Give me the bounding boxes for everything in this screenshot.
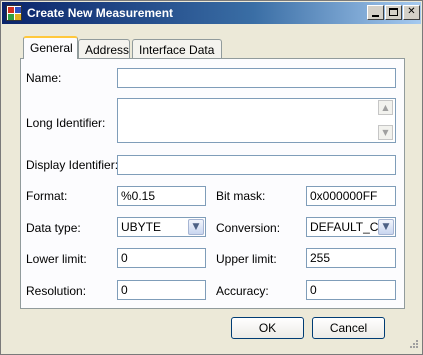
dialog-window: Create New Measurement ✕ General Address… [0,0,423,355]
format-label: Format: [26,189,68,203]
lower-limit-input[interactable]: 0 [117,248,206,268]
accuracy-input[interactable]: 0 [306,280,396,300]
minimize-icon [372,15,379,17]
accuracy-label: Accuracy: [216,284,269,298]
data-type-dropdown-icon[interactable]: ▼ [188,219,204,235]
tab-interface-data-label: Interface Data [139,43,215,57]
bit-mask-input[interactable]: 0x000000FF [306,186,396,206]
name-label: Name: [26,71,62,85]
conversion-dropdown-icon[interactable]: ▼ [378,219,394,235]
general-tab-panel [20,58,405,309]
minimize-button[interactable] [367,5,384,20]
display-identifier-input[interactable] [117,155,396,175]
lower-limit-label: Lower limit: [26,252,87,266]
tab-general[interactable]: General [23,36,78,59]
window-title: Create New Measurement [27,6,174,20]
resize-grip-icon[interactable] [407,339,419,351]
tab-interface-data[interactable]: Interface Data [132,39,222,59]
scroll-up-icon[interactable]: ▲ [378,100,393,115]
tab-address-label: Address [85,43,130,57]
ok-button[interactable]: OK [231,317,304,339]
name-input[interactable] [117,68,396,88]
app-icon [6,5,22,21]
cancel-button[interactable]: Cancel [312,317,385,339]
maximize-icon [389,8,398,16]
resolution-label: Resolution: [26,284,87,298]
upper-limit-input[interactable]: 255 [306,248,396,268]
scroll-down-icon[interactable]: ▼ [378,125,393,140]
maximize-button[interactable] [385,5,402,20]
tab-general-label: General [30,41,73,55]
resolution-input[interactable]: 0 [117,280,206,300]
conversion-label: Conversion: [216,221,281,235]
bit-mask-label: Bit mask: [216,189,266,203]
tab-address[interactable]: Address [78,39,130,59]
format-input[interactable]: %0.15 [117,186,206,206]
title-bar[interactable]: Create New Measurement ✕ [2,2,421,24]
upper-limit-label: Upper limit: [216,252,277,266]
display-identifier-label: Display Identifier: [26,158,119,172]
close-button[interactable]: ✕ [403,5,420,20]
long-identifier-textarea[interactable] [117,98,396,143]
long-identifier-label: Long Identifier: [26,116,106,130]
data-type-label: Data type: [26,221,81,235]
close-icon: ✕ [407,6,416,17]
